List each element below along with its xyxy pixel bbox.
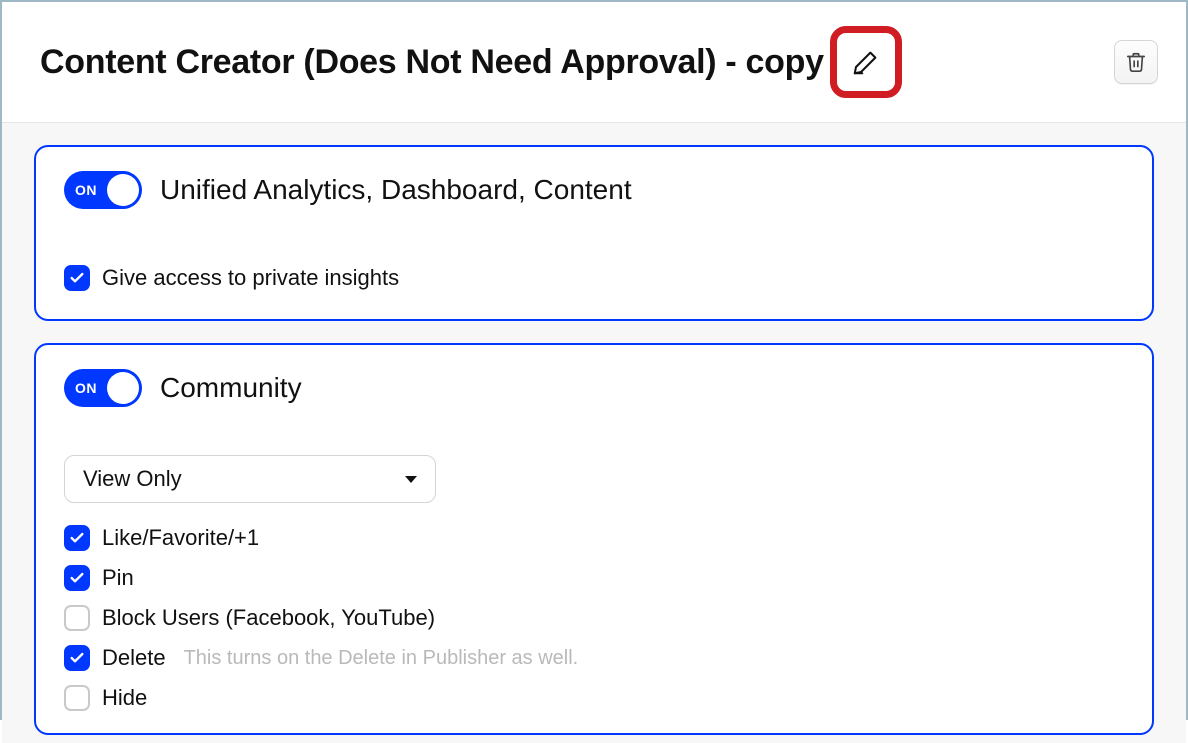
section-title: Unified Analytics, Dashboard, Content xyxy=(160,174,632,206)
toggle-unified-analytics[interactable]: ON xyxy=(64,171,142,209)
label-hide: Hide xyxy=(102,685,147,711)
delete-role-button[interactable] xyxy=(1114,40,1158,84)
section-unified-analytics: ON Unified Analytics, Dashboard, Content… xyxy=(34,145,1154,321)
toggle-community[interactable]: ON xyxy=(64,369,142,407)
edit-title-button[interactable] xyxy=(848,44,884,80)
label-delete: Delete xyxy=(102,645,166,671)
checkbox-like[interactable] xyxy=(64,525,90,551)
community-permission-select[interactable]: View Only xyxy=(64,455,436,503)
page-header: Content Creator (Does Not Need Approval)… xyxy=(2,2,1186,123)
app-frame: Content Creator (Does Not Need Approval)… xyxy=(0,0,1188,720)
toggle-knob xyxy=(107,174,139,206)
row-private-insights: Give access to private insights xyxy=(64,265,1124,291)
section-title: Community xyxy=(160,372,302,404)
row-delete: Delete This turns on the Delete in Publi… xyxy=(64,645,1124,671)
checkbox-block-users[interactable] xyxy=(64,605,90,631)
page-body: ON Unified Analytics, Dashboard, Content… xyxy=(2,123,1186,743)
label-private-insights: Give access to private insights xyxy=(102,265,399,291)
edit-title-highlight xyxy=(830,26,902,98)
row-block-users: Block Users (Facebook, YouTube) xyxy=(64,605,1124,631)
checkbox-delete[interactable] xyxy=(64,645,90,671)
hint-delete: This turns on the Delete in Publisher as… xyxy=(184,647,579,670)
trash-icon xyxy=(1125,51,1147,73)
checkbox-pin[interactable] xyxy=(64,565,90,591)
row-hide: Hide xyxy=(64,685,1124,711)
label-pin: Pin xyxy=(102,565,134,591)
select-value: View Only xyxy=(83,466,182,492)
community-permission-list: Like/Favorite/+1 Pin Block Users (Facebo… xyxy=(64,525,1124,725)
row-pin: Pin xyxy=(64,565,1124,591)
toggle-knob xyxy=(107,372,139,404)
chevron-down-icon xyxy=(405,476,417,483)
section-head: ON Community xyxy=(64,369,1124,407)
pencil-icon xyxy=(851,47,881,77)
toggle-on-label: ON xyxy=(75,380,97,396)
checkbox-private-insights[interactable] xyxy=(64,265,90,291)
toggle-on-label: ON xyxy=(75,182,97,198)
row-like: Like/Favorite/+1 xyxy=(64,525,1124,551)
section-head: ON Unified Analytics, Dashboard, Content xyxy=(64,171,1124,209)
checkbox-hide[interactable] xyxy=(64,685,90,711)
label-block-users: Block Users (Facebook, YouTube) xyxy=(102,605,435,631)
section-community: ON Community View Only Like/Favorite/+1 xyxy=(34,343,1154,735)
page-title: Content Creator (Does Not Need Approval)… xyxy=(40,43,824,82)
label-like: Like/Favorite/+1 xyxy=(102,525,259,551)
